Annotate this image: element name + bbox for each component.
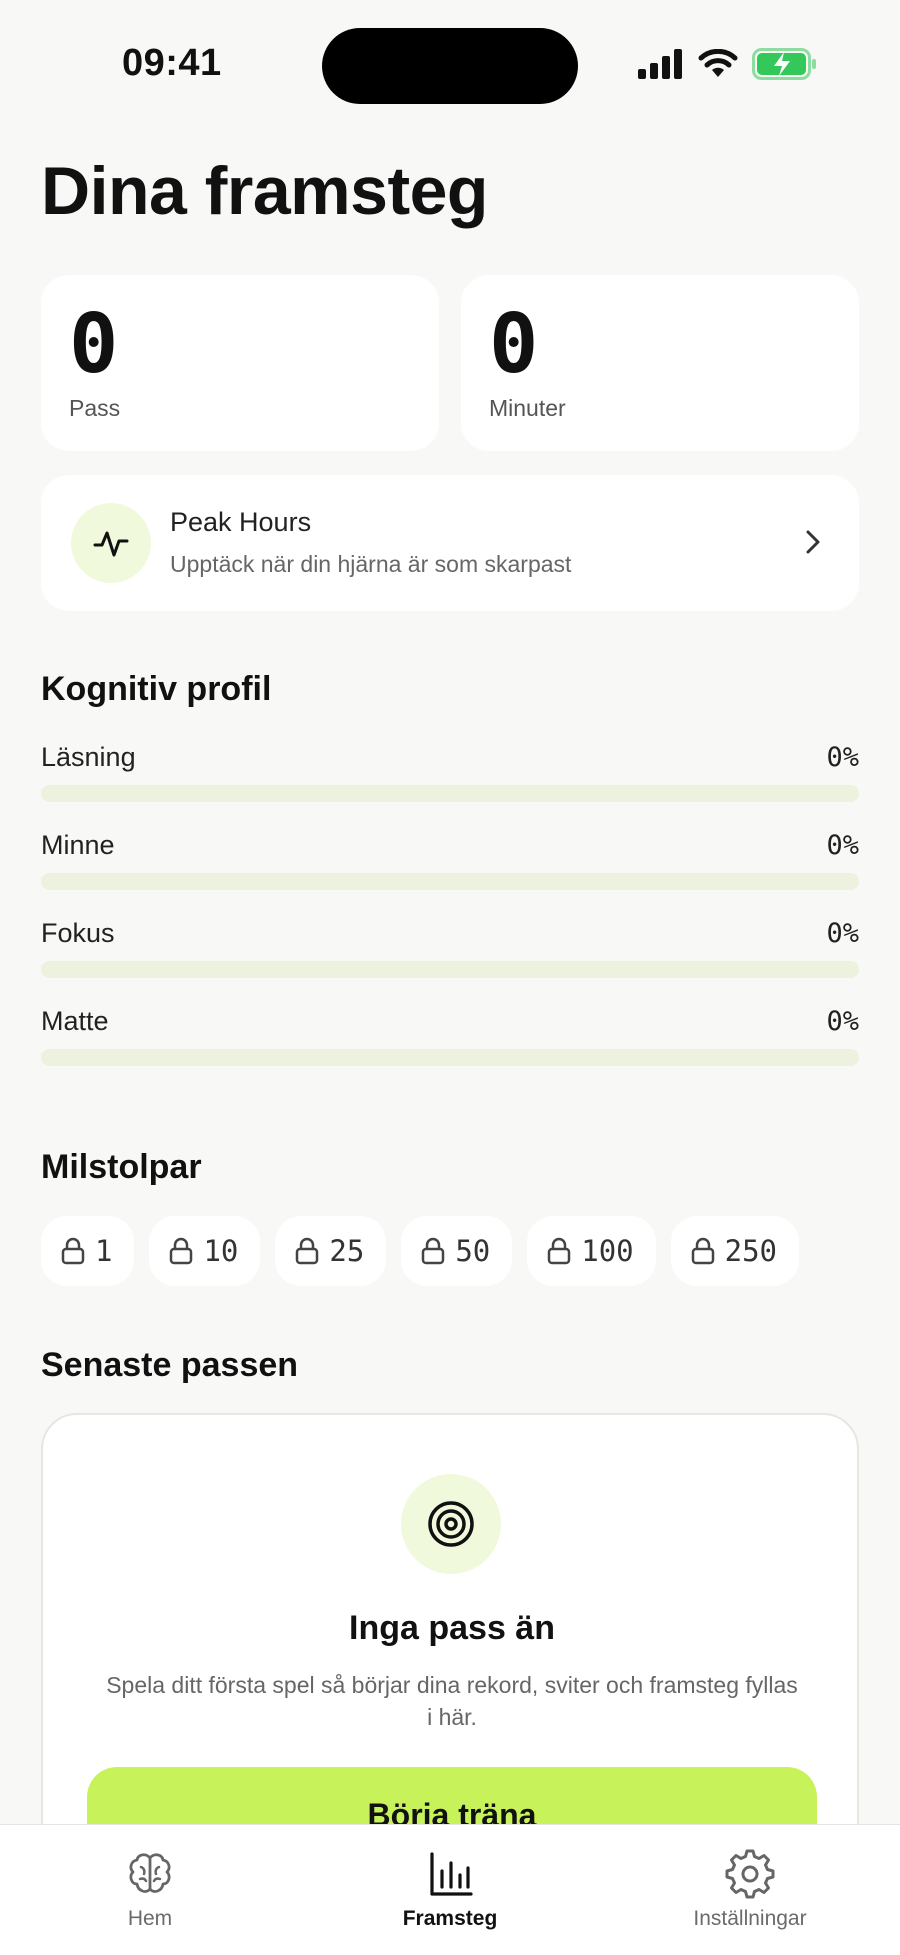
dynamic-island (322, 28, 578, 104)
milestone-value: 100 (581, 1234, 634, 1268)
milestone-chip: 1 (41, 1216, 135, 1286)
stat-card-minutes: 0 Minuter (461, 275, 859, 451)
profile-row-math: Matte 0% (41, 1006, 859, 1078)
profile-label: Fokus (41, 918, 115, 948)
tab-bar: Hem Framsteg Inställningar (0, 1824, 900, 1955)
status-time: 09:41 (122, 42, 222, 84)
stat-label: Minuter (489, 395, 566, 421)
wifi-icon (698, 49, 738, 77)
profile-percent: 0% (826, 830, 859, 861)
lock-icon (547, 1237, 571, 1265)
milestone-value: 50 (455, 1234, 491, 1268)
gear-icon (725, 1849, 775, 1899)
chevron-right-icon (806, 530, 820, 554)
milestone-value: 10 (203, 1234, 239, 1268)
empty-state-title: Inga pass än (349, 1609, 555, 1647)
milestone-chip: 100 (527, 1216, 656, 1286)
milestone-chip: 250 (670, 1216, 800, 1286)
status-bar: 09:41 (0, 0, 900, 120)
tab-settings[interactable]: Inställningar (630, 1825, 870, 1955)
stat-value: 0 (69, 297, 119, 392)
milestone-value: 1 (95, 1234, 113, 1268)
target-icon (401, 1474, 501, 1574)
progress-track (41, 873, 859, 890)
profile-percent: 0% (826, 1006, 859, 1037)
tab-label: Hem (127, 1907, 173, 1930)
cognitive-profile-title: Kognitiv profil (41, 670, 272, 708)
tab-progress[interactable]: Framsteg (330, 1825, 570, 1955)
stat-label: Pass (69, 395, 121, 421)
milestone-value: 25 (329, 1234, 365, 1268)
profile-row-memory: Minne 0% (41, 830, 859, 902)
lock-icon (296, 1237, 319, 1265)
lock-icon (691, 1237, 714, 1265)
page-title: Dina framsteg (41, 153, 488, 229)
signal-icon (638, 49, 682, 79)
tab-label: Inställningar (693, 1907, 807, 1930)
progress-track (41, 785, 859, 802)
profile-label: Minne (41, 830, 115, 860)
empty-state-description: Spela ditt första spel så börjar dina re… (106, 1672, 798, 1730)
pulse-icon (71, 503, 151, 583)
bar-chart-icon (430, 1852, 473, 1896)
status-icons (638, 48, 818, 80)
tab-home[interactable]: Hem (30, 1825, 270, 1955)
profile-percent: 0% (826, 742, 859, 773)
profile-row-reading: Läsning 0% (41, 742, 859, 814)
tab-label: Framsteg (402, 1907, 498, 1930)
peak-hours-title: Peak Hours (170, 507, 312, 537)
progress-track (41, 1049, 859, 1066)
lock-icon (422, 1237, 445, 1265)
profile-row-focus: Fokus 0% (41, 918, 859, 990)
milestone-chip: 10 (149, 1216, 261, 1286)
milestone-chip: 25 (275, 1216, 387, 1286)
profile-percent: 0% (826, 918, 859, 949)
stat-value: 0 (489, 297, 539, 392)
battery-icon (752, 48, 816, 80)
progress-track (41, 961, 859, 978)
milestones-title: Milstolpar (41, 1148, 202, 1186)
milestone-value: 250 (724, 1234, 778, 1268)
recent-sessions-title: Senaste passen (41, 1346, 299, 1384)
profile-label: Matte (41, 1006, 109, 1036)
peak-hours-card[interactable]: Peak Hours Upptäck när din hjärna är som… (41, 475, 859, 611)
milestones-list: 1 10 25 50 100 250 (41, 1216, 800, 1286)
milestone-chip: 50 (401, 1216, 513, 1286)
lock-icon (61, 1237, 85, 1265)
lock-icon (170, 1237, 193, 1265)
profile-label: Läsning (41, 742, 136, 772)
stat-card-sessions: 0 Pass (41, 275, 439, 451)
brain-icon (129, 1853, 171, 1893)
peak-hours-subtitle: Upptäck när din hjärna är som skarpast (170, 551, 572, 577)
